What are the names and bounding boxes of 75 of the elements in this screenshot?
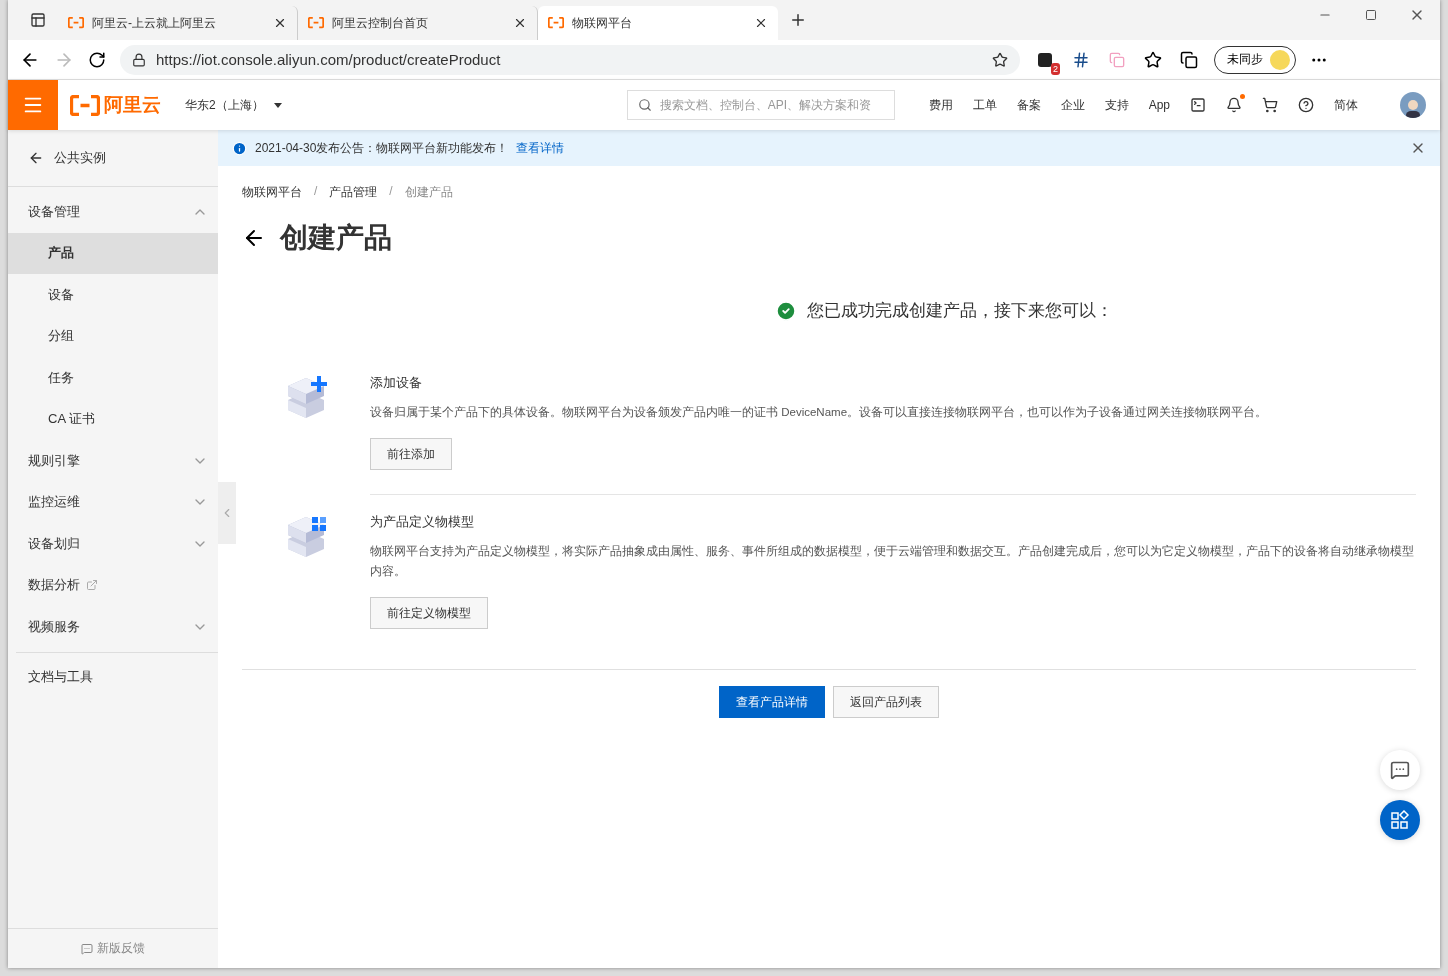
success-message: 您已成功完成创建产品，接下来您可以： bbox=[807, 300, 1113, 322]
avatar[interactable] bbox=[1400, 92, 1426, 118]
collapse-handle[interactable] bbox=[218, 482, 236, 544]
browser-tab[interactable]: 物联网平台 bbox=[538, 6, 778, 40]
favorite-icon[interactable] bbox=[992, 51, 1008, 68]
menu-button[interactable] bbox=[8, 80, 58, 130]
sidebar-group[interactable]: 设备管理 bbox=[8, 191, 218, 233]
details-link[interactable]: 查看详情 bbox=[516, 139, 565, 157]
nav-link[interactable]: 费用 bbox=[928, 96, 953, 114]
nav-link[interactable]: 工单 bbox=[972, 96, 997, 114]
chat-icon bbox=[1390, 760, 1410, 780]
breadcrumb-link[interactable]: 产品管理 bbox=[329, 184, 378, 201]
close-icon[interactable] bbox=[754, 16, 768, 30]
favicon-icon bbox=[68, 17, 84, 29]
favicon-icon bbox=[548, 17, 564, 29]
nav-link[interactable]: 支持 bbox=[1104, 96, 1129, 114]
notification-icon[interactable] bbox=[1226, 97, 1242, 113]
info-icon bbox=[232, 140, 247, 156]
favicon-icon bbox=[308, 17, 324, 29]
step-title: 为产品定义物模型 bbox=[370, 513, 474, 531]
help-icon[interactable] bbox=[1298, 97, 1314, 113]
notice-text: 2021-04-30发布公告：物联网平台新功能发布！ bbox=[255, 139, 509, 157]
breadcrumb-separator: / bbox=[389, 184, 393, 200]
sidebar-group[interactable]: 设备划归 bbox=[8, 523, 218, 565]
sidebar-item[interactable]: 任务 bbox=[8, 357, 218, 399]
sidebar-item[interactable]: CA 证书 bbox=[8, 398, 218, 440]
sidebar-item[interactable]: 分组 bbox=[8, 315, 218, 357]
nav-link[interactable]: 企业 bbox=[1060, 96, 1085, 114]
comment-icon bbox=[81, 942, 93, 955]
extension-badge: 2 bbox=[1051, 62, 1060, 75]
nav-link[interactable]: App bbox=[1148, 98, 1170, 112]
logo-icon bbox=[70, 94, 100, 116]
apps-icon bbox=[1390, 810, 1410, 830]
tab-actions-icon[interactable] bbox=[30, 12, 46, 28]
sidebar-item[interactable]: 设备 bbox=[8, 274, 218, 316]
reload-icon[interactable] bbox=[88, 50, 106, 69]
collections-icon[interactable] bbox=[1180, 50, 1198, 69]
url-text: https://iot.console.aliyun.com/product/createProduct bbox=[156, 51, 502, 68]
step-description: 设备归属于某个产品下的具体设备。物联网平台为设备颁发产品内唯一的证书 DeviceName。设备可以直接连接物联网平台，也可以作为子设备通过网关连接物联网平台。 bbox=[370, 405, 1268, 420]
secondary-button[interactable]: 返回产品列表 bbox=[833, 686, 939, 718]
lock-icon bbox=[132, 52, 146, 67]
language-link[interactable]: 简体 bbox=[1334, 96, 1358, 114]
sidebar-item[interactable]: 产品 bbox=[8, 232, 218, 274]
caret-icon bbox=[273, 102, 282, 108]
primary-button[interactable]: 查看产品详情 bbox=[719, 686, 825, 718]
close-icon[interactable] bbox=[273, 16, 287, 30]
chat-button[interactable] bbox=[1380, 750, 1420, 790]
step-button[interactable]: 前往添加 bbox=[370, 438, 452, 470]
favorites-icon[interactable] bbox=[1144, 50, 1162, 69]
search-icon bbox=[637, 98, 652, 112]
sidebar-link[interactable]: 文档与工具 bbox=[8, 656, 218, 698]
region-selector[interactable]: 华东2（上海） bbox=[185, 96, 282, 114]
step-title: 添加设备 bbox=[370, 374, 422, 392]
step-button[interactable]: 前往定义物模型 bbox=[370, 597, 488, 629]
external-link-icon bbox=[86, 579, 98, 592]
extension-icon[interactable] bbox=[1072, 50, 1090, 69]
page-title: 创建产品 bbox=[280, 221, 392, 255]
breadcrumb-link[interactable]: 物联网平台 bbox=[242, 184, 302, 201]
cart-icon[interactable] bbox=[1262, 97, 1278, 113]
sidebar-link[interactable]: 数据分析 bbox=[8, 564, 218, 606]
apps-button[interactable] bbox=[1380, 800, 1420, 840]
address-bar[interactable]: https://iot.console.aliyun.com/product/createProduct bbox=[120, 44, 1020, 75]
success-icon bbox=[775, 299, 797, 322]
sidebar-group[interactable]: 规则引擎 bbox=[8, 440, 218, 482]
step-description: 物联网平台支持为产品定义物模型，将实际产品抽象成由属性、服务、事件所组成的数据模型，便于云端管理和数据交互。产品创建完成后，您可以为它定义物模型，产品下的设备将自动继承物模型内容。 bbox=[370, 544, 1415, 579]
nav-link[interactable]: 备案 bbox=[1016, 96, 1041, 114]
back-arrow-icon bbox=[28, 150, 44, 166]
sidebar-group[interactable]: 监控运维 bbox=[8, 481, 218, 523]
terminal-icon[interactable] bbox=[1190, 97, 1206, 113]
sidebar-group[interactable]: 视频服务 bbox=[8, 606, 218, 648]
close-icon[interactable] bbox=[513, 16, 527, 30]
profile-icon bbox=[1269, 48, 1291, 71]
new-tab-icon[interactable] bbox=[789, 11, 807, 29]
maximize-icon[interactable] bbox=[1365, 9, 1377, 21]
breadcrumb-separator: / bbox=[314, 184, 318, 200]
